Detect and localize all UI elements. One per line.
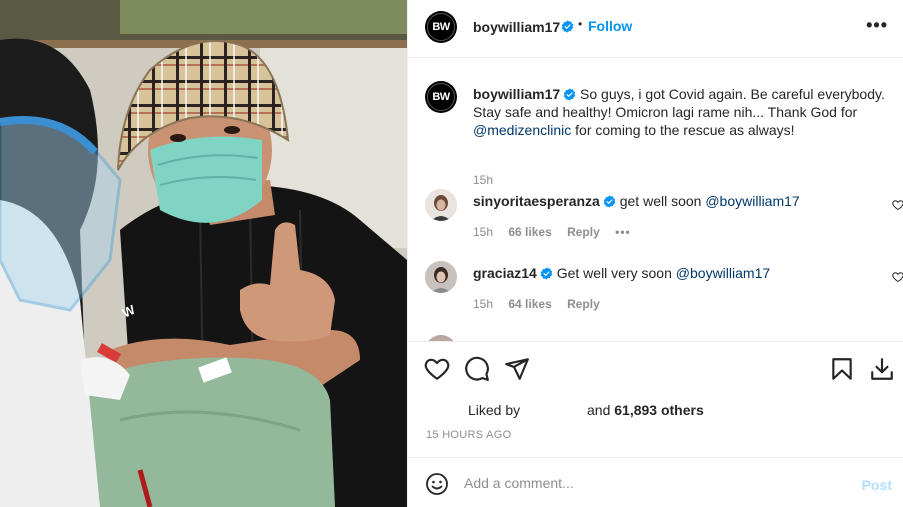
separator-dot: • <box>578 17 583 31</box>
post-comment-button[interactable]: Post <box>862 477 892 493</box>
caption-avatar[interactable]: BW <box>425 81 457 113</box>
commenter-username[interactable]: graciaz14 <box>473 265 537 281</box>
comment-heart-icon[interactable] <box>892 271 903 283</box>
author-username[interactable]: boywilliam17 <box>473 19 560 35</box>
verified-badge-icon <box>560 86 576 102</box>
commenter-avatar[interactable] <box>425 189 457 221</box>
post-photo[interactable]: W <box>0 0 407 507</box>
emoji-icon[interactable] <box>425 472 449 496</box>
comments-scroll-area[interactable]: BW boywilliam17 So guys, i got Covid aga… <box>408 59 903 342</box>
likes-count[interactable]: and 61,893 others <box>587 402 704 418</box>
download-icon[interactable] <box>869 356 895 382</box>
reply-button[interactable]: Reply <box>567 297 600 311</box>
verified-badge-icon <box>600 193 616 209</box>
post-timestamp[interactable]: 15 HOURS AGO <box>426 429 512 441</box>
comment-body: Get well very soon <box>556 265 672 281</box>
share-icon[interactable] <box>504 356 530 382</box>
next-commenter-avatar <box>425 335 457 341</box>
commenter-username[interactable]: sinyoritaesperanza <box>473 193 600 209</box>
heart-icon[interactable] <box>424 356 450 382</box>
comment-likes[interactable]: 64 likes <box>508 297 551 311</box>
likes-others[interactable]: 61,893 others <box>614 402 704 418</box>
comment-more-options-icon[interactable]: ••• <box>615 225 631 239</box>
reply-button[interactable]: Reply <box>567 225 600 239</box>
likes-and-label: and <box>587 402 611 418</box>
caption-text: boywilliam17 So guys, i got Covid again.… <box>473 85 893 139</box>
follow-button[interactable]: Follow <box>588 18 632 34</box>
avatar-ring <box>427 83 455 111</box>
add-comment-bar: Post <box>408 457 903 507</box>
comment-item: sinyoritaesperanza get well soon @boywil… <box>425 189 903 251</box>
caption-username[interactable]: boywilliam17 <box>473 86 560 102</box>
comment-meta: 15h 66 likes Reply ••• <box>473 225 643 239</box>
comment-time[interactable]: 15h <box>473 225 493 239</box>
caption-timestamp[interactable]: 15h <box>473 173 493 187</box>
verified-badge-icon <box>558 18 574 34</box>
post-header: BW boywilliam17 • Follow ••• <box>408 0 903 58</box>
comment-likes[interactable]: 66 likes <box>508 225 551 239</box>
commenter-avatar[interactable] <box>425 261 457 293</box>
comment-mention-link[interactable]: @boywilliam17 <box>705 193 799 209</box>
comment-icon[interactable] <box>464 356 490 382</box>
verified-badge-icon <box>537 265 553 281</box>
comment-heart-icon[interactable] <box>892 199 903 211</box>
post-side-panel: BW boywilliam17 • Follow ••• BW boywilli… <box>407 0 903 507</box>
bookmark-icon[interactable] <box>829 356 855 382</box>
comment-input[interactable] <box>464 470 844 496</box>
more-options-icon[interactable]: ••• <box>866 16 888 34</box>
comment-text: graciaz14 Get well very soon @boywilliam… <box>473 265 770 281</box>
author-avatar[interactable]: BW <box>425 11 457 43</box>
comment-item: graciaz14 Get well very soon @boywilliam… <box>425 261 903 323</box>
liked-by-label: Liked by <box>468 402 521 418</box>
post-action-bar <box>408 343 903 393</box>
comment-mention-link[interactable]: @boywilliam17 <box>676 265 770 281</box>
avatar-ring <box>427 13 455 41</box>
comment-body: get well soon <box>619 193 702 209</box>
caption-body-end: for coming to the rescue as always! <box>575 122 795 138</box>
comment-text: sinyoritaesperanza get well soon @boywil… <box>473 193 800 209</box>
comment-meta: 15h 64 likes Reply <box>473 297 612 311</box>
caption-mention-link[interactable]: @medizenclinic <box>473 122 571 138</box>
post-photo-illustration: W <box>0 0 407 507</box>
comment-time[interactable]: 15h <box>473 297 493 311</box>
